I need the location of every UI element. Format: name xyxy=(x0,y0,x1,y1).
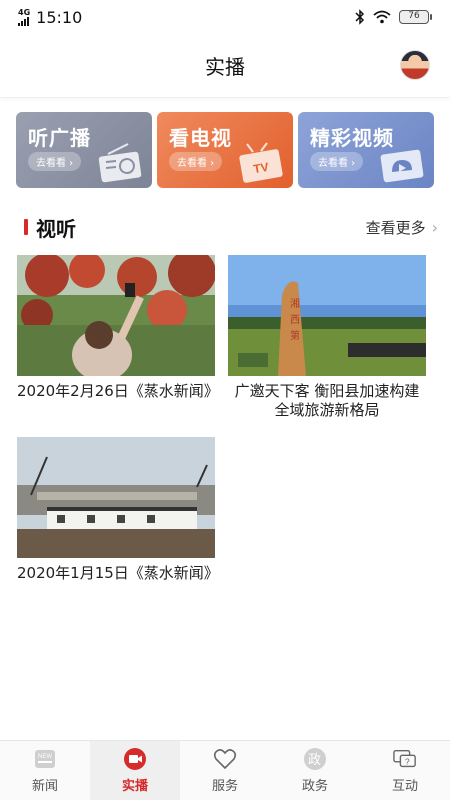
page-title: 实播 xyxy=(205,55,245,79)
tab-live[interactable]: 实播 xyxy=(90,741,180,800)
tab-news[interactable]: NEW 新闻 xyxy=(0,741,90,800)
video-card[interactable]: 2020年2月26日《蒸水新闻》 xyxy=(17,255,219,401)
status-time: 15:10 xyxy=(36,7,83,27)
government-icon: 政 xyxy=(303,747,327,771)
section-accent-bar xyxy=(24,219,28,235)
bottom-tab-bar: NEW 新闻 实播 服务 政 政务 ? 互动 xyxy=(0,740,450,800)
heart-icon xyxy=(213,747,237,771)
tab-service[interactable]: 服务 xyxy=(180,741,270,800)
section-header: 视听 查看更多 › xyxy=(24,212,438,242)
avatar[interactable] xyxy=(400,50,430,80)
video-card[interactable]: 2020年1月15日《蒸水新闻》 xyxy=(17,437,219,583)
video-title: 2020年2月26日《蒸水新闻》 xyxy=(17,382,219,400)
video-thumbnail xyxy=(17,255,215,376)
category-name: 看电视 xyxy=(169,126,232,150)
tab-government[interactable]: 政 政务 xyxy=(270,741,360,800)
radio-icon xyxy=(98,143,142,183)
video-title: 广邀天下客 衡阳县加速构建全域旅游新格局 xyxy=(234,382,420,419)
news-icon: NEW xyxy=(33,747,57,771)
svg-text:湘: 湘 xyxy=(290,297,300,310)
chat-icon: ? xyxy=(393,747,417,771)
chevron-right-icon: › xyxy=(431,217,438,237)
svg-text:西: 西 xyxy=(290,315,300,326)
video-icon xyxy=(380,149,424,183)
view-more-label: 查看更多 xyxy=(365,218,426,237)
category-cards: 听广播 去看看 › 看电视 去看看 › TV 精彩视频 去看看 › xyxy=(16,112,434,188)
category-card-tv[interactable]: 看电视 去看看 › TV xyxy=(157,112,293,188)
tab-label: 服务 xyxy=(211,779,238,794)
tab-label: 新闻 xyxy=(31,779,58,794)
svg-text:NEW: NEW xyxy=(38,754,52,760)
category-name: 听广播 xyxy=(28,126,91,150)
battery-icon: 76 xyxy=(399,10,432,24)
video-card[interactable]: 湘 西 第 广邀天下客 衡阳县加速构建全域旅游新格局 xyxy=(228,255,426,420)
live-icon xyxy=(123,747,147,771)
bluetooth-icon xyxy=(355,9,365,25)
category-card-video[interactable]: 精彩视频 去看看 › xyxy=(298,112,434,188)
video-thumbnail xyxy=(17,437,215,558)
battery-level: 76 xyxy=(399,10,429,24)
svg-text:政: 政 xyxy=(308,753,321,768)
network-type: 4G xyxy=(18,7,31,17)
wifi-icon xyxy=(373,10,391,24)
category-go-button[interactable]: 去看看 › xyxy=(310,152,364,171)
video-thumbnail: 湘 西 第 xyxy=(228,255,426,376)
cellular-signal-icon: 4G xyxy=(18,7,31,26)
tab-label: 实播 xyxy=(121,779,148,794)
category-card-radio[interactable]: 听广播 去看看 › xyxy=(16,112,152,188)
page-header: 实播 xyxy=(0,34,450,98)
svg-text:TV: TV xyxy=(252,160,270,176)
view-more-link[interactable]: 查看更多 › xyxy=(366,217,438,238)
tv-icon: TV xyxy=(239,142,283,183)
status-bar: 4G 15:10 76 xyxy=(0,0,450,34)
svg-text:?: ? xyxy=(405,757,410,767)
section-title: 视听 xyxy=(36,216,76,241)
video-title: 2020年1月15日《蒸水新闻》 xyxy=(17,564,219,582)
category-go-button[interactable]: 去看看 › xyxy=(169,152,223,171)
tab-label: 互动 xyxy=(391,779,418,794)
tab-interact[interactable]: ? 互动 xyxy=(360,741,450,800)
tab-label: 政务 xyxy=(301,779,328,794)
svg-text:第: 第 xyxy=(290,329,300,342)
category-go-button[interactable]: 去看看 › xyxy=(28,152,82,171)
